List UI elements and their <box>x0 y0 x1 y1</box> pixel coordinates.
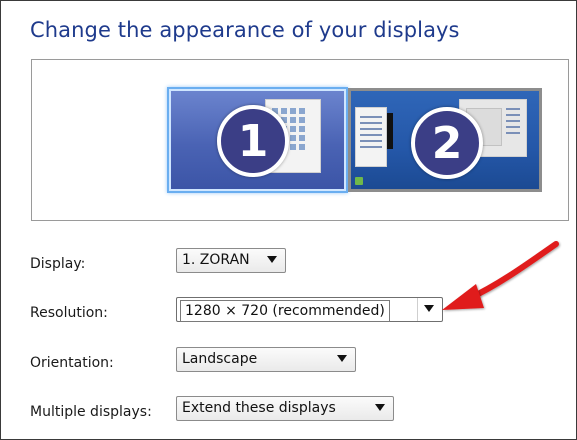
display-label: Display: <box>30 256 86 272</box>
orientation-dropdown[interactable]: Landscape <box>176 347 356 372</box>
multiple-displays-dropdown[interactable]: Extend these displays <box>176 396 394 421</box>
resolution-dropdown[interactable]: 1280 × 720 (recommended) <box>176 297 443 322</box>
document-thumbnail <box>355 107 387 167</box>
monitor-number-badge: 2 <box>411 107 483 179</box>
monitor-1[interactable]: 1 <box>167 87 348 193</box>
scrollbar-icon <box>387 113 393 149</box>
chevron-down-icon[interactable] <box>337 355 347 362</box>
start-orb-icon <box>355 177 363 185</box>
document-lines-icon <box>356 108 386 156</box>
monitor-2[interactable]: 2 <box>348 88 542 192</box>
page-title: Change the appearance of your displays <box>30 18 460 42</box>
monitor-number-badge: 1 <box>217 105 289 177</box>
multiple-displays-label: Multiple displays: <box>30 404 152 420</box>
resolution-value: 1280 × 720 (recommended) <box>180 300 390 322</box>
arrow-head <box>442 284 484 310</box>
list-lines-icon <box>506 104 520 138</box>
arrow-shaft <box>467 241 559 301</box>
display-dropdown[interactable]: 1. ZORAN <box>176 248 286 273</box>
chevron-down-icon[interactable] <box>424 305 434 312</box>
display-value: 1. ZORAN <box>182 252 250 268</box>
orientation-label: Orientation: <box>30 355 114 371</box>
chevron-down-icon[interactable] <box>375 404 385 411</box>
resolution-label: Resolution: <box>30 305 108 321</box>
multiple-displays-value: Extend these displays <box>182 400 336 416</box>
display-preview-area[interactable]: 1 2 <box>31 59 569 221</box>
orientation-value: Landscape <box>182 351 258 367</box>
red-arrow-icon <box>442 241 559 310</box>
chevron-down-icon[interactable] <box>267 256 277 263</box>
